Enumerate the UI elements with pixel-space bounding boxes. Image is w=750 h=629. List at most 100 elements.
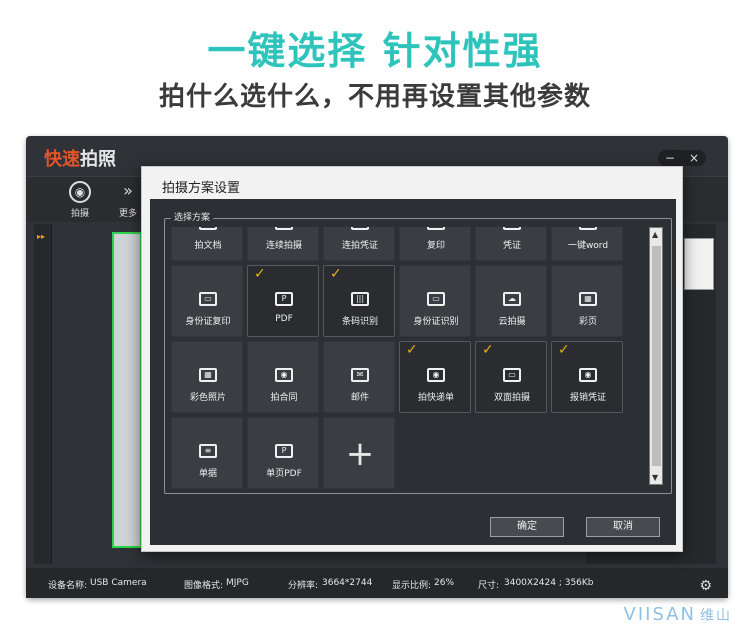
cloud-camera-icon: ☁ [503, 292, 521, 306]
checkmark-icon: ✓ [254, 266, 266, 282]
scheme-item[interactable]: ▭ 身份证复印 [171, 265, 243, 337]
id-card-icon: ▭ [503, 368, 521, 382]
scheme-item-label: 报销凭证 [569, 393, 606, 403]
checkmark-icon: ✓ [406, 342, 418, 358]
more-label: 更多 [118, 209, 137, 219]
id-card-scan-icon: ▭ [427, 292, 445, 306]
pdf-icon: P [275, 444, 293, 458]
scheme-item[interactable]: ◉ 凭证 [475, 227, 547, 261]
scheme-item-label: 单据 [198, 469, 217, 479]
scheme-group: 选择方案 ▤ 拍文档 ◉ 连续拍摄 ◉ 连拍凭证 ⎘ 复印 ◉ 凭证 ◉ 一键word ▭ 身份证复印 ✓ P… [164, 210, 672, 494]
scheme-item-label: 彩色照片 [189, 393, 226, 403]
close-button[interactable]: × [689, 151, 699, 165]
scheme-item[interactable]: ✓ ▭ 双面拍摄 [475, 341, 547, 413]
scheme-item-label: 双面拍摄 [493, 393, 530, 403]
scheme-item[interactable]: ◉ 拍合同 [247, 341, 319, 413]
size-value: 3400X2424 ; 356Kb [504, 578, 594, 588]
scrollbar-thumb[interactable] [652, 246, 661, 466]
scheme-item[interactable]: ✓ P PDF [247, 265, 319, 337]
camera-icon: ◉ [503, 227, 521, 230]
camera-icon: ◉ [69, 181, 91, 203]
camera-icon: ◉ [579, 227, 597, 230]
scroll-down-icon[interactable]: ▼ [652, 473, 658, 482]
app-title-part2: 拍照 [80, 149, 116, 170]
scheme-item-label: 单页PDF [266, 469, 302, 479]
scheme-item-label: 连拍凭证 [341, 241, 378, 251]
format-value: MJPG [226, 578, 249, 588]
scheme-grid: ▤ 拍文档 ◉ 连续拍摄 ◉ 连拍凭证 ⎘ 复印 ◉ 凭证 ◉ 一键word ▭ 身份证复印 ✓ P PDF ✓ |… [171, 227, 631, 491]
scheme-item[interactable]: ≡ 单据 [171, 417, 243, 489]
size-label: 尺寸: [478, 581, 500, 591]
scheme-item-label: 邮件 [350, 393, 369, 403]
scheme-item[interactable]: ⎘ 复印 [399, 227, 471, 261]
scheme-item[interactable]: ✓ ◉ 报销凭证 [551, 341, 623, 413]
scheme-item-label: 拍快递单 [417, 393, 454, 403]
scheme-item[interactable]: ▦ 彩色照片 [171, 341, 243, 413]
scheme-item[interactable]: ▦ 彩页 [551, 265, 623, 337]
scheme-item[interactable]: ◉ 连拍凭证 [323, 227, 395, 261]
device-value: USB Camera [90, 578, 147, 588]
minimize-button[interactable]: − [665, 151, 675, 165]
gear-icon[interactable]: ⚙ [699, 578, 712, 594]
add-scheme-button[interactable]: + [323, 417, 395, 489]
app-title-part1: 快速 [44, 149, 80, 170]
color-photo-icon: ▦ [199, 368, 217, 382]
scheme-item-label: 彩页 [578, 317, 597, 327]
scroll-up-icon[interactable]: ▲ [652, 230, 658, 239]
headline: 一键选择 针对性强 [207, 29, 543, 73]
color-page-icon: ▦ [579, 292, 597, 306]
scrollbar[interactable]: ▲ ▼ [649, 227, 663, 485]
resolution-value: 3664*2744 [322, 578, 373, 588]
document-icon: ▤ [199, 227, 217, 230]
cancel-button[interactable]: 取消 [586, 517, 660, 537]
format-label: 图像格式: [184, 581, 224, 591]
dialog-title: 拍摄方案设置 [162, 181, 241, 196]
scheme-item[interactable]: ✉ 邮件 [323, 341, 395, 413]
scheme-item-label: 凭证 [502, 241, 521, 251]
capture-label: 拍摄 [70, 209, 89, 219]
scheme-item-label: 复印 [426, 241, 445, 251]
scheme-item-label: 条码识别 [341, 317, 378, 327]
camera-icon: ◉ [351, 227, 369, 230]
app-title: 快速拍照 [44, 145, 116, 171]
scheme-item-label: 云拍摄 [498, 317, 526, 327]
status-bar: 设备名称: USB Camera 图像格式: MJPG 分辨率: 3664*27… [26, 568, 728, 598]
scheme-settings-dialog: 拍摄方案设置 选择方案 ▤ 拍文档 ◉ 连续拍摄 ◉ 连拍凭证 ⎘ 复印 ◉ 凭证 ◉ 一键word ▭… [141, 166, 683, 552]
id-card-icon: ▭ [199, 292, 217, 306]
scheme-item[interactable]: ◉ 连续拍摄 [247, 227, 319, 261]
scheme-item[interactable]: P 单页PDF [247, 417, 319, 489]
scheme-item-label: 一键word [567, 241, 609, 251]
expand-arrow-icon[interactable]: ▸▸ [37, 232, 45, 241]
thumbnail[interactable] [684, 238, 714, 290]
scheme-item-label: 拍合同 [270, 393, 298, 403]
checkmark-icon: ✓ [482, 342, 494, 358]
camera-icon: ◉ [275, 368, 293, 382]
double-chevron-right-icon: » [123, 181, 133, 200]
left-strip: ▸▸ [34, 224, 52, 564]
scheme-item[interactable]: ✓ ||| 条码识别 [323, 265, 395, 337]
group-label: 选择方案 [171, 210, 214, 223]
subline: 拍什么选什么，不用再设置其他参数 [158, 82, 591, 112]
receipt-icon: ≡ [199, 444, 217, 458]
brand-logo: VIISAN 维山 [624, 604, 732, 625]
dialog-body: 选择方案 ▤ 拍文档 ◉ 连续拍摄 ◉ 连拍凭证 ⎘ 复印 ◉ 凭证 ◉ 一键word ▭ 身份证复印 ✓ P… [150, 199, 676, 545]
ok-button[interactable]: 确定 [490, 517, 564, 537]
capture-button[interactable]: ◉ 拍摄 [60, 181, 100, 219]
resolution-label: 分辨率: [288, 581, 319, 591]
device-label: 设备名称: [48, 581, 88, 591]
camera-icon: ◉ [579, 368, 597, 382]
scheme-item-label: 拍文档 [194, 241, 222, 251]
ratio-value: 26% [434, 578, 455, 588]
window-controls: − × [658, 150, 706, 166]
scheme-item[interactable]: ▤ 拍文档 [171, 227, 243, 261]
scheme-item-label: 身份证识别 [413, 317, 459, 327]
checkmark-icon: ✓ [330, 266, 342, 282]
scheme-item[interactable]: ☁ 云拍摄 [475, 265, 547, 337]
scheme-item[interactable]: ▭ 身份证识别 [399, 265, 471, 337]
scheme-item[interactable]: ✓ ◉ 拍快递单 [399, 341, 471, 413]
page: 一键选择 针对性强 拍什么选什么，不用再设置其他参数 快速拍照 − × ◉ 拍摄… [0, 0, 750, 629]
plus-icon: + [345, 434, 375, 474]
barcode-icon: ||| [351, 292, 369, 306]
logo-text: VIISAN [623, 604, 696, 625]
scheme-item[interactable]: ◉ 一键word [551, 227, 623, 261]
